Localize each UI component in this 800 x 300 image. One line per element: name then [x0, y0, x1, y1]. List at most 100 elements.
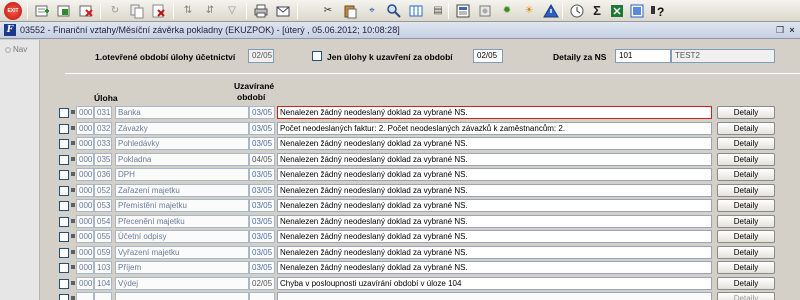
- row-code2: 103: [94, 261, 112, 274]
- table-row[interactable]: 000 052 Zařazení majetku 03/05 Nenalezen žád…: [41, 183, 800, 198]
- sun-icon[interactable]: ☀: [521, 3, 537, 19]
- details-button[interactable]: Detaily: [717, 106, 775, 119]
- table-row[interactable]: 000 032 Závazky 03/05 Počet neodeslaných fak…: [41, 121, 800, 136]
- row-message: Chyba v posloupnosti uzavírání období v …: [277, 276, 712, 290]
- table-row[interactable]: 000 104 Výdej 02/05 Chyba v posloupnosti uza…: [41, 276, 800, 291]
- clock-icon[interactable]: [569, 3, 585, 19]
- paste-icon[interactable]: [342, 3, 358, 19]
- column-header-period-line1: Uzavírané: [234, 81, 275, 91]
- table-row[interactable]: 000 055 Účetní odpisy 03/05 Nenalezen žádný …: [41, 229, 800, 244]
- cut-icon[interactable]: ✂: [320, 3, 336, 19]
- row-period: 03/05: [249, 230, 275, 243]
- details-button[interactable]: Detaily: [717, 292, 775, 300]
- table-row[interactable]: 000 053 Přemístění majetku 03/05 Nenalezen ž…: [41, 198, 800, 213]
- details-button[interactable]: Detaily: [717, 137, 775, 150]
- row-task-name: Přecenění majetku: [115, 214, 249, 228]
- row-checkbox[interactable]: [59, 201, 69, 211]
- email-icon[interactable]: [275, 3, 291, 19]
- document-icon[interactable]: [455, 3, 471, 19]
- only-tasks-checkbox[interactable]: [312, 51, 322, 61]
- row-code1: 000: [76, 106, 94, 119]
- zoom-icon[interactable]: [386, 3, 402, 19]
- table-row[interactable]: 000 059 Vyřazení majetku 03/05 Nenalezen žád…: [41, 245, 800, 260]
- details-button[interactable]: Detaily: [717, 245, 775, 259]
- row-code1: 000: [76, 261, 94, 274]
- sum-icon[interactable]: Σ: [589, 3, 605, 19]
- row-checkbox[interactable]: [59, 154, 69, 165]
- details-button[interactable]: Detaily: [717, 168, 775, 181]
- settings-icon[interactable]: [477, 3, 493, 19]
- details-button[interactable]: Detaily: [717, 261, 775, 274]
- sort-asc-icon[interactable]: ⇅: [180, 3, 196, 19]
- row-message: Nenalezen žádný neodeslaný doklad za vyb…: [277, 183, 712, 197]
- copy-record-icon[interactable]: [56, 3, 72, 19]
- only-tasks-period-field[interactable]: 02/05: [473, 49, 503, 63]
- row-checkbox[interactable]: [59, 123, 69, 134]
- excel-icon[interactable]: [609, 3, 625, 19]
- table-row[interactable]: 000 036 DPH 03/05 Nenalezen žádný neodeslaný…: [41, 167, 800, 182]
- row-task-name: Vyřazení majetku: [115, 245, 249, 259]
- row-code1: 000: [76, 199, 94, 212]
- row-checkbox[interactable]: [59, 247, 69, 258]
- row-message: Nenalezen žádný neodeslaný doklad za vyb…: [277, 106, 712, 119]
- row-checkbox[interactable]: [59, 139, 69, 149]
- new-record-icon[interactable]: [34, 3, 50, 19]
- help-icon[interactable]: ?: [649, 3, 665, 19]
- row-message: Nenalezen žádný neodeslaný doklad za vyb…: [277, 168, 712, 181]
- table-row[interactable]: 000 035 Pokladna 04/05 Nenalezen žádný neode…: [41, 152, 800, 167]
- row-period: [249, 292, 275, 300]
- table-row[interactable]: 000 033 Pohledávky 03/05 Nenalezen žádný neo…: [41, 136, 800, 151]
- toolbar-separator: [100, 3, 101, 19]
- refresh-icon[interactable]: ↻: [107, 3, 123, 19]
- toolbar-separator: [448, 3, 449, 19]
- row-code1: 000: [76, 121, 94, 135]
- row-period: 03/05: [249, 214, 275, 228]
- print-icon[interactable]: [253, 3, 269, 19]
- row-checkbox[interactable]: [59, 216, 69, 227]
- copy-icon[interactable]: [129, 3, 145, 19]
- star-icon[interactable]: ✹: [499, 3, 515, 19]
- row-period: 03/05: [249, 199, 275, 212]
- row-checkbox[interactable]: [59, 185, 69, 196]
- details-button[interactable]: Detaily: [717, 199, 775, 212]
- calc-icon[interactable]: ▤: [430, 3, 446, 19]
- export-icon[interactable]: [629, 3, 645, 19]
- table-row[interactable]: 000 103 Příjem 03/05 Nenalezen žádný neodesl…: [41, 260, 800, 275]
- nav-toggle[interactable]: Nav: [5, 45, 27, 54]
- columns-icon[interactable]: [408, 3, 424, 19]
- row-code1: 000: [76, 137, 94, 150]
- row-checkbox[interactable]: [59, 108, 69, 118]
- row-checkbox[interactable]: [59, 263, 69, 273]
- ns-code-field[interactable]: 101: [615, 49, 671, 63]
- table-row[interactable]: 000 031 Banka 03/05 Nenalezen žádný neodesla…: [41, 105, 800, 120]
- delete-icon[interactable]: [151, 3, 167, 19]
- row-message: Nenalezen žádný neodeslaný doklad za vyb…: [277, 214, 712, 228]
- row-task-name: Přemístění majetku: [115, 199, 249, 212]
- filter-icon[interactable]: ▽: [224, 3, 240, 19]
- table-row[interactable]: Detaily: [41, 291, 800, 300]
- details-button[interactable]: Detaily: [717, 152, 775, 166]
- close-icon[interactable]: ×: [787, 25, 797, 35]
- period-field[interactable]: 02/05: [248, 49, 274, 63]
- table-row[interactable]: 000 054 Přecenění majetku 03/05 Nenalezen žá…: [41, 214, 800, 229]
- warning-icon[interactable]: [543, 3, 559, 19]
- row-checkbox[interactable]: [59, 278, 69, 289]
- header-divider: [65, 73, 800, 74]
- details-button[interactable]: Detaily: [717, 121, 775, 135]
- row-checkbox[interactable]: [59, 170, 69, 180]
- row-marker: [71, 110, 75, 114]
- row-marker: [71, 280, 75, 285]
- row-period: 03/05: [249, 183, 275, 197]
- sort-desc-icon[interactable]: ⇵: [202, 3, 218, 19]
- row-checkbox[interactable]: [59, 294, 69, 300]
- details-button[interactable]: Detaily: [717, 276, 775, 290]
- details-button[interactable]: Detaily: [717, 214, 775, 228]
- details-button[interactable]: Detaily: [717, 183, 775, 197]
- find-icon[interactable]: ⌖: [364, 3, 380, 19]
- restore-icon[interactable]: ❐: [775, 25, 785, 35]
- details-button[interactable]: Detaily: [717, 230, 775, 243]
- row-checkbox[interactable]: [59, 232, 69, 242]
- exit-icon[interactable]: EXIT: [4, 2, 22, 20]
- delete-record-icon[interactable]: [78, 3, 94, 19]
- toolbar-separator: [562, 3, 563, 19]
